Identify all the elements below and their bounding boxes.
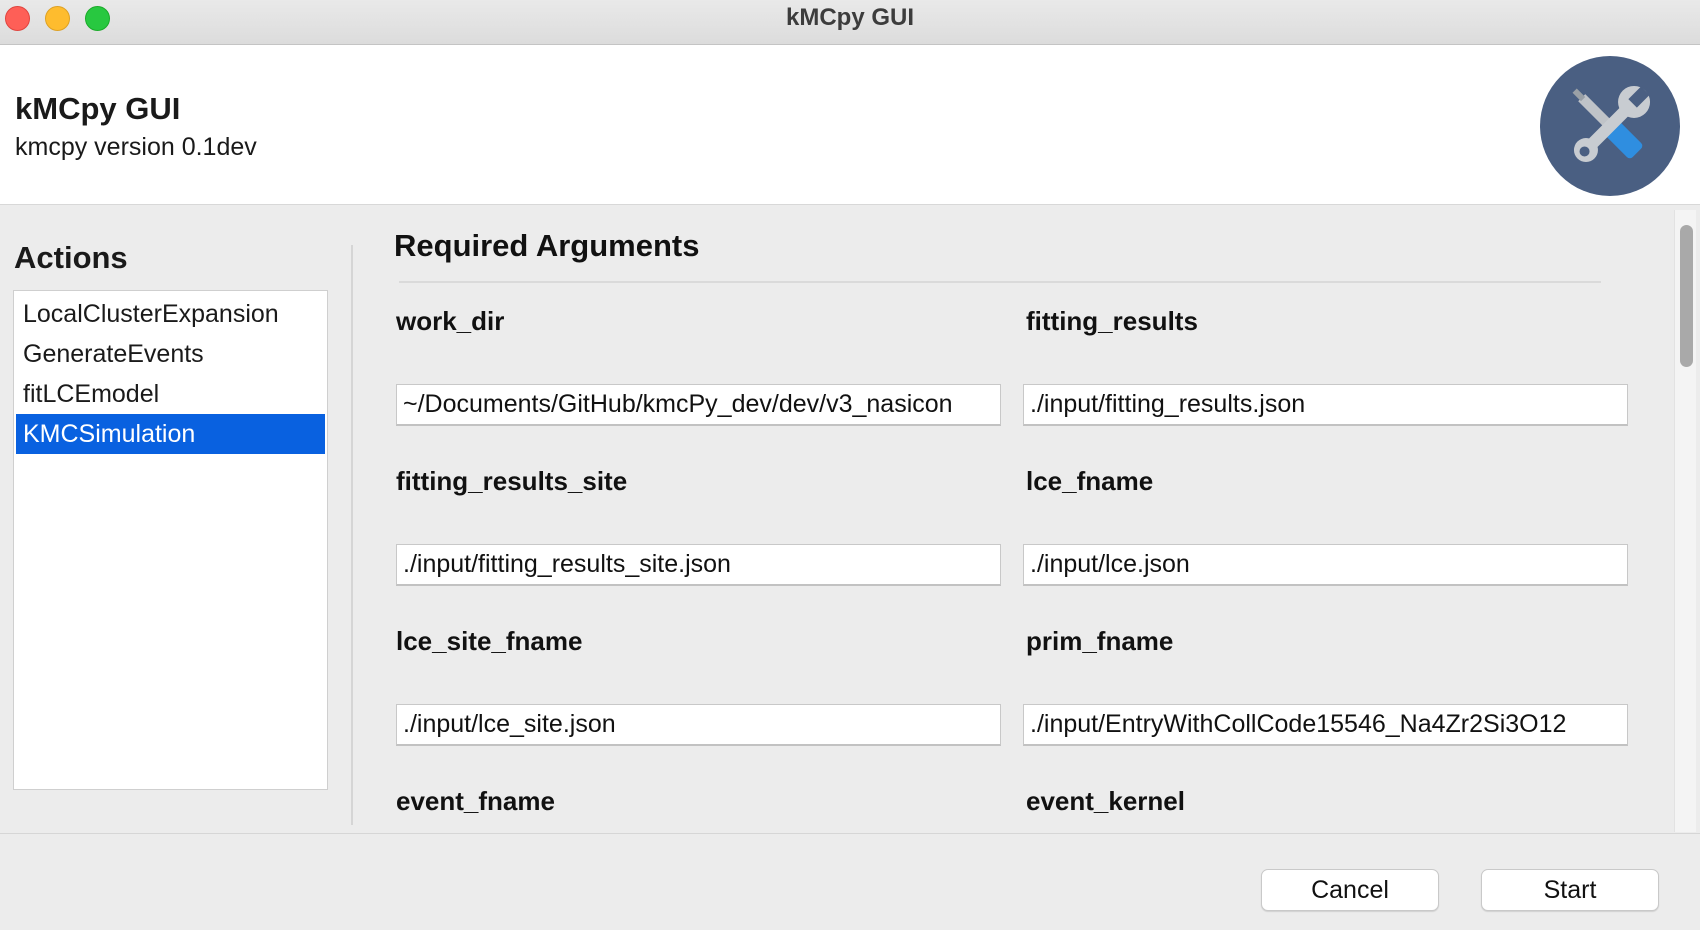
app-version: kmcpy version 0.1dev xyxy=(15,133,257,161)
header-banner: kMCpy GUI kmcpy version 0.1dev xyxy=(0,45,1700,205)
window-title-bar: kMCpy GUI xyxy=(0,0,1700,45)
actions-list[interactable]: LocalClusterExpansion GenerateEvents fit… xyxy=(13,290,328,790)
work-dir-label: work_dir xyxy=(396,306,505,336)
event-kernel-label: event_kernel xyxy=(1026,786,1185,816)
action-item-generateevents[interactable]: GenerateEvents xyxy=(16,334,325,374)
fitting-results-label: fitting_results xyxy=(1026,306,1198,336)
start-button[interactable]: Start xyxy=(1481,869,1659,911)
prim-fname-input[interactable] xyxy=(1023,704,1628,746)
panel-divider xyxy=(351,245,353,825)
bottom-divider xyxy=(0,833,1700,834)
fitting-results-input[interactable] xyxy=(1023,384,1628,426)
cancel-button[interactable]: Cancel xyxy=(1261,869,1439,911)
lce-site-fname-label: lce_site_fname xyxy=(396,626,583,656)
fitting-results-site-input[interactable] xyxy=(396,544,1001,586)
required-arguments-panel: Required Arguments work_dir fitting_resu… xyxy=(356,210,1674,832)
lce-fname-input[interactable] xyxy=(1023,544,1628,586)
actions-heading: Actions xyxy=(14,240,128,275)
section-title: Required Arguments xyxy=(394,228,700,263)
scrollbar-thumb[interactable] xyxy=(1680,225,1693,367)
window-title: kMCpy GUI xyxy=(785,4,914,31)
action-item-localclusterexpansion[interactable]: LocalClusterExpansion xyxy=(16,294,325,334)
event-fname-label: event_fname xyxy=(396,786,555,816)
arguments-scrollbar[interactable] xyxy=(1674,210,1696,832)
action-item-kmcsimulation[interactable]: KMCSimulation xyxy=(16,414,325,454)
fitting-results-site-label: fitting_results_site xyxy=(396,466,628,496)
app-title: kMCpy GUI xyxy=(15,91,181,126)
action-item-fitlcemodel[interactable]: fitLCEmodel xyxy=(16,374,325,414)
wrench-screwdriver-icon xyxy=(1540,56,1680,196)
lce-site-fname-input[interactable] xyxy=(396,704,1001,746)
prim-fname-label: prim_fname xyxy=(1026,626,1174,656)
section-divider xyxy=(399,281,1601,283)
lce-fname-label: lce_fname xyxy=(1026,466,1154,496)
work-dir-input[interactable] xyxy=(396,384,1001,426)
